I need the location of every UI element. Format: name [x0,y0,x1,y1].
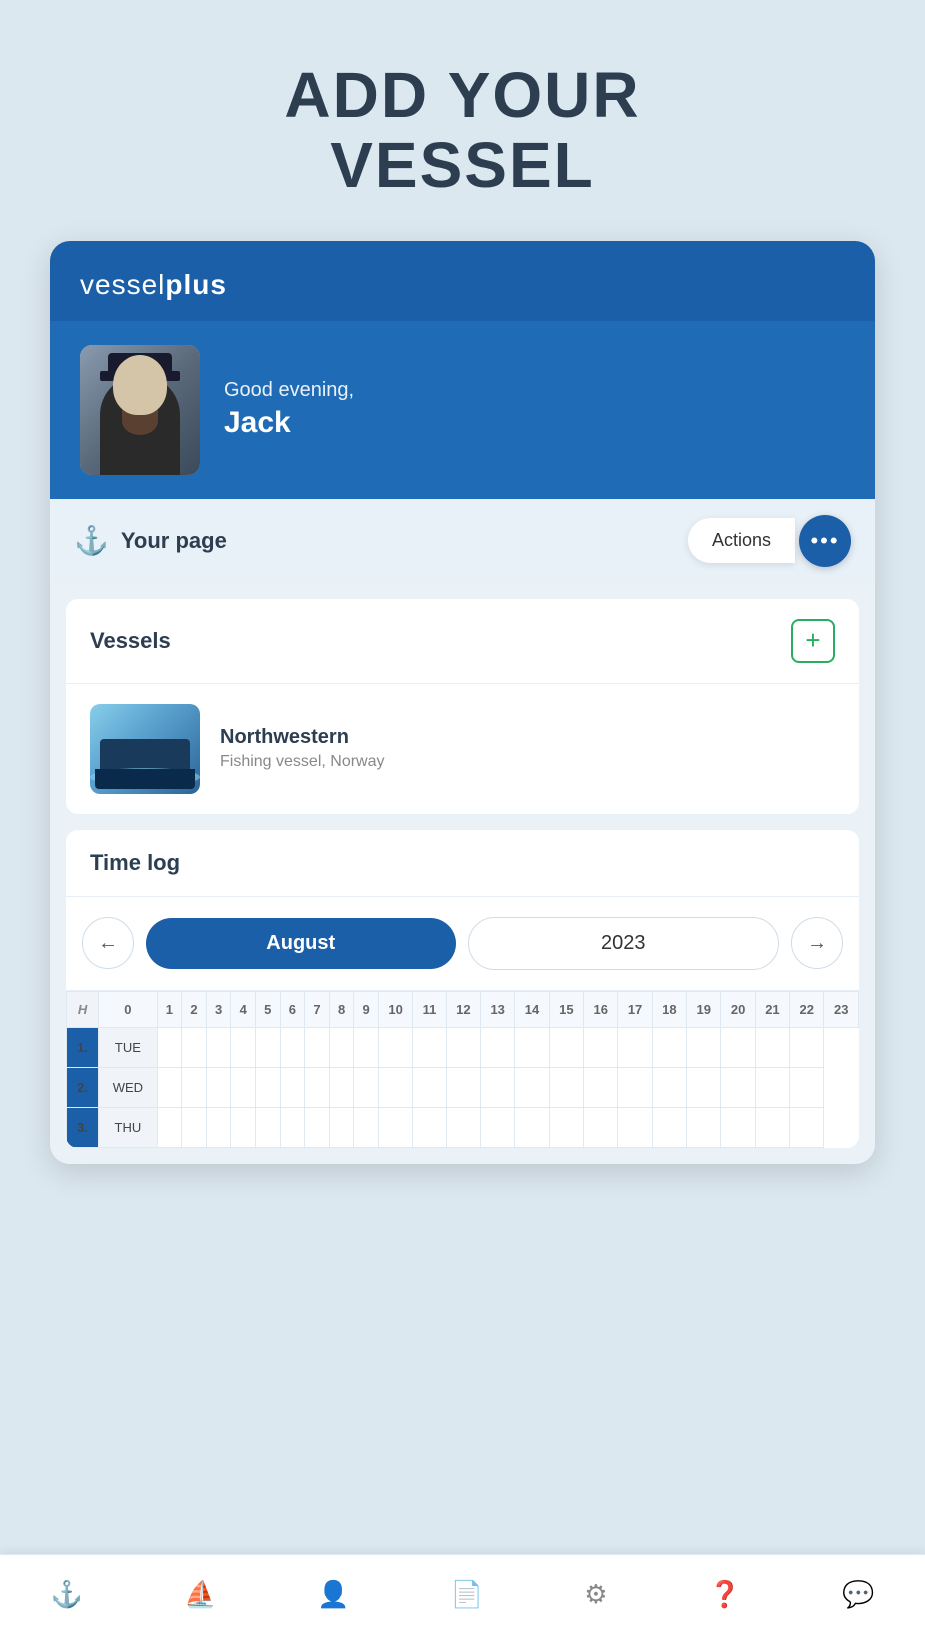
timelog-table: H 0 1 2 3 4 5 6 7 8 9 10 11 [66,991,859,1148]
anchor-nav-icon: ⚓ [51,1579,83,1610]
vessel-description: Fishing vessel, Norway [220,753,385,771]
settings-nav-icon: ⚙ [584,1579,607,1610]
next-month-button[interactable]: → [791,917,843,969]
app-card: vesselplus Good evening, Jack ⚓ Your pag… [50,241,875,1164]
day-label: TUE [99,1027,157,1067]
nav-item-profile[interactable]: 👤 [317,1579,349,1610]
profile-nav-icon: 👤 [317,1579,349,1610]
row-number: 1. [67,1027,99,1067]
vessel-info: Northwestern Fishing vessel, Norway [220,726,385,771]
avatar [80,345,200,475]
row-number: 2. [67,1067,99,1107]
timelog-title: Time log [90,850,180,875]
vessels-section-header: Vessels + [66,599,859,684]
timelog-header: Time log [66,830,859,897]
page-title: ADD YOUR VESSEL [40,60,885,201]
prev-month-button[interactable]: ← [82,917,134,969]
year-button[interactable]: 2023 [468,917,780,970]
vessel-name: Northwestern [220,726,385,749]
bottom-nav: ⚓ ⛵ 👤 📄 ⚙ ❓ 💬 [0,1554,925,1634]
content-area: Vessels + Northwestern Fishing vessel, N… [50,583,875,1164]
log-nav-icon: 📄 [451,1579,483,1610]
nav-item-log[interactable]: 📄 [451,1579,483,1610]
greeting-subtitle: Good evening, [224,379,354,402]
help-nav-icon: ❓ [709,1579,741,1610]
nav-item-anchor[interactable]: ⚓ [51,1579,83,1610]
avatar-image [80,345,200,475]
row-number: 3. [67,1107,99,1147]
actions-button[interactable]: Actions [688,518,795,563]
page-title-section: ADD YOUR VESSEL [0,0,925,241]
vessel-image [90,704,200,794]
nav-item-vessel[interactable]: ⛵ [184,1579,216,1610]
add-vessel-button[interactable]: + [791,619,835,663]
captain-hat [108,353,172,375]
actions-group: Actions ••• [688,515,851,567]
dots-menu-button[interactable]: ••• [799,515,851,567]
timelog-grid: H 0 1 2 3 4 5 6 7 8 9 10 11 [66,990,859,1148]
calendar-nav: ← August 2023 → [66,897,859,990]
app-logo: vesselplus [80,269,845,301]
day-label: WED [99,1067,157,1107]
timelog-section: Time log ← August 2023 → H 0 1 2 [66,830,859,1148]
dots-icon: ••• [810,530,839,552]
app-header: vesselplus [50,241,875,321]
chat-nav-icon: 💬 [842,1579,874,1610]
vessels-title: Vessels [90,628,171,654]
month-button[interactable]: August [146,918,456,969]
nav-item-chat[interactable]: 💬 [842,1579,874,1610]
greeting-name: Jack [224,406,354,440]
table-row: 2. WED [67,1067,859,1107]
nav-item-settings[interactable]: ⚙ [584,1579,607,1610]
captain-beard [122,407,158,435]
your-page-left: ⚓ Your page [74,524,227,557]
anchor-icon: ⚓ [74,524,109,557]
day-label: THU [99,1107,157,1147]
table-row: 1. TUE [67,1027,859,1067]
nav-item-help[interactable]: ❓ [709,1579,741,1610]
your-page-label: Your page [121,528,227,554]
vessels-section: Vessels + Northwestern Fishing vessel, N… [66,599,859,814]
user-greeting: Good evening, Jack [50,321,875,499]
vessel-wave [90,768,200,786]
table-row: 3. THU [67,1107,859,1147]
col-header-h: H [67,991,99,1027]
your-page-bar: ⚓ Your page Actions ••• [50,499,875,583]
greeting-text: Good evening, Jack [224,379,354,440]
vessel-item[interactable]: Northwestern Fishing vessel, Norway [66,684,859,814]
vessel-nav-icon: ⛵ [184,1579,216,1610]
